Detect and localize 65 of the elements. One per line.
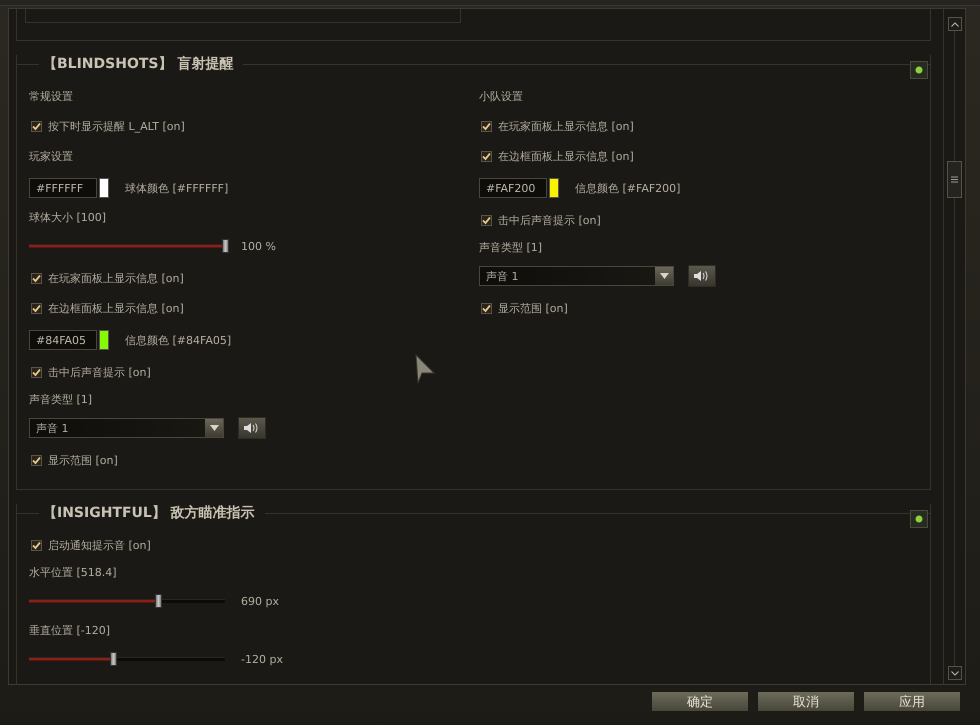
color-swatch[interactable] [549, 178, 559, 198]
color-field[interactable]: #FFFFFF [29, 178, 97, 198]
checkbox[interactable] [481, 214, 492, 226]
color-label: 球体颜色 [#FFFFFF] [125, 180, 228, 196]
color-swatch[interactable] [99, 178, 109, 198]
slider-reading: 100 % [241, 240, 276, 252]
dialog-button[interactable]: 确定 [651, 690, 749, 712]
checkbox[interactable] [31, 120, 42, 132]
chevron-up-icon [950, 22, 958, 26]
checkbox-label: 按下时显示提醒 L_ALT [on] [48, 118, 185, 134]
grip-icon [951, 176, 958, 183]
checkbox-label: 击中后声音提示 [on] [48, 364, 151, 380]
setting-label: 垂直位置 [-120] [29, 622, 110, 638]
checkbox-label: 显示范围 [on] [48, 452, 118, 468]
checkbox[interactable] [481, 302, 492, 314]
section-title: 【BLINDSHOTS】 盲射提醒 [42, 55, 234, 73]
collapse-button[interactable] [910, 61, 928, 79]
checkbox-label: 在边框面板上显示信息 [on] [48, 300, 184, 316]
color-field[interactable]: #FAF200 [479, 178, 547, 198]
slider-reading: -120 px [241, 652, 283, 666]
slider-thumb[interactable] [110, 652, 118, 666]
setting-label: 水平位置 [518.4] [29, 564, 117, 580]
caret-icon [660, 273, 668, 279]
checkbox[interactable] [31, 454, 42, 466]
checkbox[interactable] [31, 366, 42, 378]
checkbox-label: 在玩家面板上显示信息 [on] [498, 118, 634, 134]
cursor-icon [414, 353, 436, 385]
checkbox-label: 启动通知提示音 [on] [48, 538, 151, 552]
scrollbar-thumb[interactable] [947, 161, 962, 198]
sound-dropdown[interactable]: 声音 1 [479, 266, 674, 286]
checkbox[interactable] [31, 540, 42, 550]
checkbox-label: 在玩家面板上显示信息 [on] [48, 270, 184, 286]
slider-thumb[interactable] [155, 594, 162, 608]
setting-label: 声音类型 [1] [29, 392, 92, 406]
group-heading: 玩家设置 [29, 148, 73, 164]
play-sound-button[interactable] [688, 265, 716, 287]
slider-thumb[interactable] [222, 239, 229, 253]
scroll-down-button[interactable] [948, 666, 962, 680]
chevron-down-icon [950, 670, 958, 676]
checkbox-label: 击中后声音提示 [on] [498, 212, 601, 228]
checkbox[interactable] [31, 302, 42, 314]
dialog-button[interactable]: 应用 [863, 690, 961, 712]
section-title: 【INSIGHTFUL】 敌方瞄准指示 [42, 504, 256, 522]
caret-icon [210, 425, 218, 431]
dot-icon [915, 515, 923, 523]
dot-icon [915, 66, 923, 74]
color-field[interactable]: #84FA05 [29, 330, 97, 350]
group-heading: 常规设置 [29, 88, 73, 104]
color-label: 信息颜色 [#FAF200] [575, 180, 680, 196]
color-label: 信息颜色 [#84FA05] [125, 332, 232, 348]
checkbox-label: 显示范围 [on] [498, 300, 568, 316]
sound-dropdown[interactable]: 声音 1 [29, 418, 224, 438]
checkbox[interactable] [481, 150, 492, 162]
checkbox-label: 在边框面板上显示信息 [on] [498, 148, 634, 164]
play-sound-button[interactable] [238, 417, 266, 439]
scroll-up-button[interactable] [948, 17, 962, 31]
checkbox[interactable] [481, 120, 492, 132]
dialog-button[interactable]: 取消 [757, 690, 855, 712]
color-swatch[interactable] [99, 330, 109, 350]
setting-label: 声音类型 [1] [479, 240, 542, 254]
slider-reading: 690 px [241, 594, 279, 608]
setting-label: 球体大小 [100] [29, 210, 106, 224]
collapse-button[interactable] [910, 510, 928, 528]
checkbox[interactable] [31, 272, 42, 284]
group-heading: 小队设置 [479, 88, 523, 104]
